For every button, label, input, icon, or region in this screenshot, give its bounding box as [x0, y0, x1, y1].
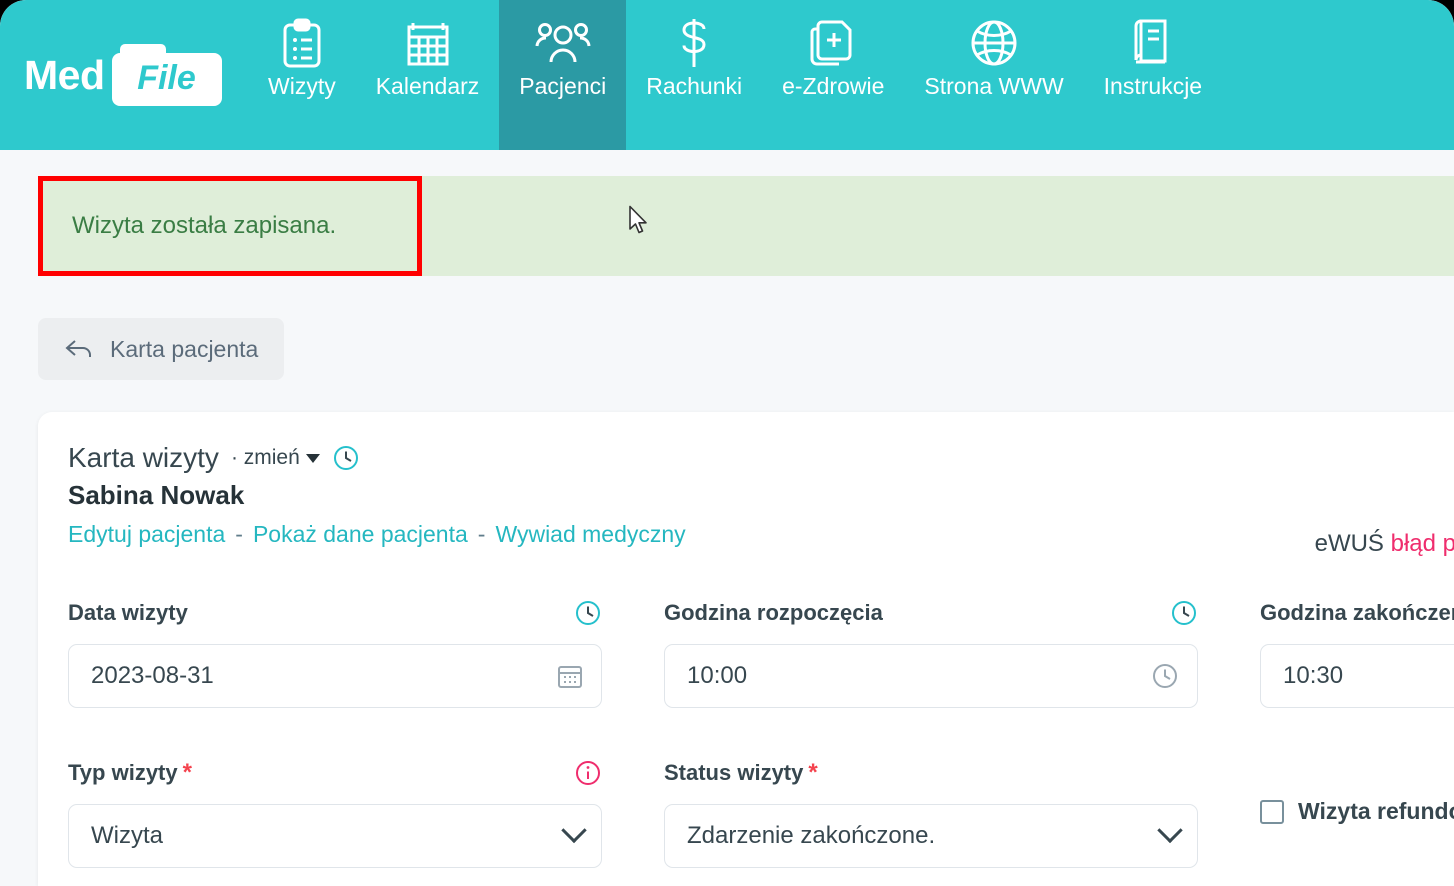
- field-label-row-start-time: Godzina rozpoczęcia: [664, 596, 1198, 630]
- brand-text-med: Med: [24, 51, 105, 98]
- form-row-spacer-2: [664, 708, 1198, 756]
- field-label-row-end-time: Godzina zakończenia: [1260, 596, 1454, 630]
- brand-text-file: File: [137, 59, 196, 97]
- nav-item-rachunki[interactable]: Rachunki: [626, 0, 762, 150]
- nav-label-pacjenci: Pacjenci: [519, 72, 607, 99]
- field-refunded-visit: Wizyta refundowana: [1260, 756, 1454, 868]
- nav-item-pacjenci[interactable]: Pacjenci: [499, 0, 627, 150]
- nav-label-wizyty: Wizyty: [268, 72, 336, 99]
- nav-item-kalendarz[interactable]: Kalendarz: [356, 0, 500, 150]
- nav-item-e-zdrowie[interactable]: e-Zdrowie: [762, 0, 904, 150]
- calendar-icon: [404, 15, 452, 71]
- change-dropdown[interactable]: · zmień: [231, 446, 320, 470]
- field-label-row-visit-status: Status wizyty *: [664, 756, 1198, 790]
- chevron-down-icon: [305, 453, 320, 463]
- back-button-label: Karta pacjenta: [110, 335, 259, 362]
- select-visit-type[interactable]: Wizyta: [68, 804, 602, 868]
- history-clock-icon[interactable]: [332, 444, 360, 472]
- field-visit-type: Typ wizyty * Wizyta: [68, 756, 602, 868]
- nav-label-kalendarz: Kalendarz: [375, 72, 480, 99]
- value-visit-type: Wizyta: [91, 822, 163, 849]
- field-start-time: Godzina rozpoczęcia 10:00: [664, 596, 1198, 708]
- medical-file-icon: [810, 15, 856, 71]
- patient-name: Sabina Nowak: [68, 480, 245, 510]
- alert-wrapper: Wizyta została zapisana.: [0, 176, 1454, 276]
- nav-label-rachunki: Rachunki: [646, 72, 743, 99]
- field-label-row-visit-type: Typ wizyty *: [68, 756, 602, 790]
- info-icon[interactable]: [574, 759, 602, 787]
- value-visit-status: Zdarzenie zakończone.: [687, 822, 936, 849]
- nav-item-strona-www[interactable]: Strona WWW: [904, 0, 1083, 150]
- value-start-time: 10:00: [687, 662, 748, 689]
- label-start-time: Godzina rozpoczęcia: [664, 600, 883, 625]
- back-arrow-icon: [64, 338, 94, 360]
- visit-card: Karta wizyty · zmień Sabina Nowak Edytuj…: [38, 412, 1454, 886]
- link-show-patient-data[interactable]: Pokaż dane pacjenta: [253, 521, 468, 548]
- label-visit-date: Data wizyty: [68, 600, 188, 625]
- back-to-patient-card-button[interactable]: Karta pacjenta: [38, 318, 285, 380]
- link-separator-1: -: [235, 521, 243, 547]
- nav-items: Wizyty Kalendarz Pacjenci Rachunki e-Zdr…: [248, 0, 1454, 150]
- dollar-icon: [676, 15, 712, 71]
- input-visit-date[interactable]: 2023-08-31: [68, 644, 602, 708]
- field-end-time: Godzina zakończenia 10:30: [1260, 596, 1454, 708]
- form-row-spacer-3: [1260, 708, 1454, 756]
- value-end-time: 10:30: [1283, 662, 1344, 689]
- label-visit-type-text: Typ wizyty: [68, 760, 178, 785]
- chevron-down-icon[interactable]: [561, 817, 587, 845]
- alert-message: Wizyta została zapisana.: [72, 212, 337, 239]
- patients-icon: [535, 15, 591, 71]
- book-icon: [1131, 15, 1175, 71]
- clock-icon[interactable]: [574, 599, 602, 627]
- app-window: Med File Wizyty Kalendarz Pacjenci Rachu…: [0, 0, 1454, 886]
- label-end-time: Godzina zakończenia: [1260, 600, 1454, 625]
- required-marker: *: [182, 759, 192, 786]
- page-title: Karta wizyty: [68, 442, 219, 473]
- select-visit-status[interactable]: Zdarzenie zakończone.: [664, 804, 1198, 868]
- clipboard-icon: [280, 15, 324, 71]
- success-alert: Wizyta została zapisana.: [38, 176, 1454, 276]
- field-visit-date: Data wizyty 2023-08-31: [68, 596, 602, 708]
- ewus-label: eWUŚ: [1314, 530, 1384, 557]
- label-visit-status-text: Status wizyty: [664, 760, 804, 785]
- link-separator-2: -: [477, 521, 486, 547]
- value-visit-date: 2023-08-31: [91, 662, 214, 689]
- checkbox-label-refunded-visit: Wizyta refundowana: [1298, 798, 1454, 824]
- checkbox-refunded-visit[interactable]: Wizyta refundowana: [1260, 798, 1454, 825]
- nav-label-strona-www: Strona WWW: [924, 72, 1064, 99]
- nav-label-instrukcje: Instrukcje: [1103, 72, 1203, 99]
- ewus-status-text: błąd p: [1390, 530, 1454, 557]
- nav-item-instrukcje[interactable]: Instrukcje: [1084, 0, 1222, 150]
- globe-icon: [968, 15, 1020, 71]
- required-marker: *: [808, 759, 818, 786]
- visit-form: Data wizyty 2023-08-31 Godzina rozpoczęc…: [68, 596, 1454, 868]
- clock-icon[interactable]: [1151, 662, 1179, 690]
- chevron-down-icon[interactable]: [1157, 817, 1183, 845]
- ewus-status: eWUŚ błąd p: [1315, 530, 1454, 558]
- input-end-time[interactable]: 10:30: [1260, 644, 1454, 708]
- field-visit-status: Status wizyty * Zdarzenie zakończone.: [664, 756, 1198, 868]
- label-visit-type: Typ wizyty *: [68, 759, 192, 787]
- top-navigation-bar: Med File Wizyty Kalendarz Pacjenci Rachu…: [0, 0, 1454, 150]
- field-label-row-visit-date: Data wizyty: [68, 596, 602, 630]
- clock-icon[interactable]: [1170, 599, 1198, 627]
- checkbox-box-icon[interactable]: [1260, 799, 1284, 824]
- link-medical-interview[interactable]: Wywiad medyczny: [495, 521, 685, 548]
- form-row-spacer-1: [68, 708, 602, 756]
- card-title-row: Karta wizyty · zmień: [68, 442, 1420, 474]
- brand-logo[interactable]: Med File: [0, 0, 248, 150]
- patient-links: Edytuj pacjenta - Pokaż dane pacjenta - …: [68, 521, 1420, 548]
- input-start-time[interactable]: 10:00: [664, 644, 1198, 708]
- nav-item-wizyty[interactable]: Wizyty: [248, 0, 356, 150]
- link-edit-patient[interactable]: Edytuj pacjenta: [68, 521, 225, 548]
- change-label: · zmień: [230, 446, 300, 469]
- nav-label-e-zdrowie: e-Zdrowie: [782, 72, 885, 99]
- folder-icon: File: [111, 44, 222, 106]
- calendar-icon[interactable]: [557, 663, 583, 689]
- label-visit-status: Status wizyty *: [664, 759, 818, 787]
